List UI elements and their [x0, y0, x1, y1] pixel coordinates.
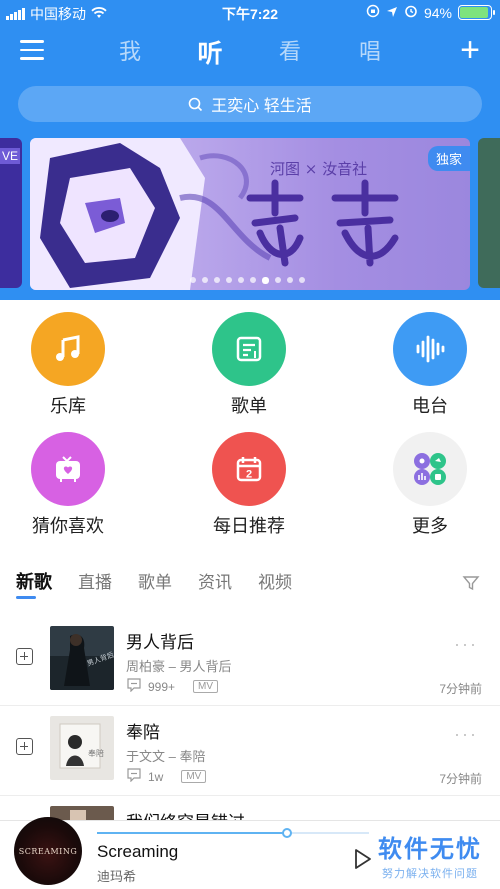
carousel-dot[interactable]: [202, 277, 208, 283]
song-artist: 于文文 – 奉陪: [126, 749, 206, 764]
playlist-icon: [212, 312, 286, 386]
battery-icon: [458, 5, 495, 20]
player-cover-text: SCREAMING: [18, 847, 78, 856]
tab-news[interactable]: 资讯: [198, 568, 232, 593]
nav-tabs: 我 听 看 唱: [100, 34, 400, 70]
radio-wave-icon: [393, 312, 467, 386]
svg-text:2: 2: [246, 469, 252, 481]
calendar-icon: 2: [212, 432, 286, 506]
mini-player[interactable]: SCREAMING Screaming 迪玛希 软件无忧 努力解决软件问题: [0, 817, 500, 889]
grid-item-guess-you-like[interactable]: 猜你喜欢: [8, 432, 128, 538]
location-icon: [386, 5, 398, 21]
nav-tab-sing[interactable]: 唱: [340, 34, 400, 70]
carousel-dot[interactable]: [262, 277, 269, 284]
grid-label-library: 乐库: [50, 396, 86, 416]
mv-badge[interactable]: MV: [181, 770, 207, 783]
heart-tv-icon: [31, 432, 105, 506]
play-icon[interactable]: [354, 848, 372, 875]
progress-knob[interactable]: [282, 828, 293, 838]
add-icon[interactable]: +: [460, 33, 480, 67]
carousel-dot[interactable]: [226, 277, 232, 283]
comment-icon: [126, 768, 142, 785]
song-time: 7分钟前: [439, 682, 482, 696]
add-song-icon[interactable]: [16, 738, 33, 755]
player-song-title: Screaming: [97, 842, 179, 861]
exclusive-badge: 独家: [427, 146, 470, 171]
carousel-dot[interactable]: [287, 277, 293, 283]
song-artist: 周柏豪 – 男人背后: [126, 659, 232, 674]
song-time: 7分钟前: [439, 772, 482, 786]
carousel-dot[interactable]: [275, 277, 281, 283]
carousel-dot[interactable]: [214, 277, 220, 283]
more-options-icon[interactable]: ···: [454, 634, 478, 655]
banner-carousel[interactable]: 河图 × 汝音社 独家: [30, 138, 470, 290]
comment-count: 1w: [148, 769, 164, 784]
mv-badge[interactable]: MV: [193, 680, 219, 693]
banner-prev-slide[interactable]: VE: [0, 138, 22, 288]
comment-icon: [126, 678, 142, 695]
grid-label-daily-picks: 每日推荐: [213, 516, 285, 536]
search-icon: [188, 97, 203, 112]
banner-next-slide[interactable]: [478, 138, 500, 288]
search-placeholder: 王奕心 轻生活: [211, 98, 312, 115]
song-meta: 1w MV: [126, 768, 207, 785]
song-row[interactable]: 奉陪 奉陪 于文文 – 奉陪 1w MV ··· 7分钟前: [0, 708, 500, 796]
carousel-dot[interactable]: [238, 277, 244, 283]
svg-text:奉陪: 奉陪: [88, 748, 104, 758]
player-cover[interactable]: SCREAMING: [14, 817, 82, 885]
more-apps-icon: [393, 432, 467, 506]
song-title: 奉陪: [126, 723, 160, 742]
tab-new-songs[interactable]: 新歌: [16, 568, 52, 594]
rotation-lock-icon: [366, 4, 380, 21]
grid-item-radio[interactable]: 电台: [370, 312, 490, 418]
comment-count: 999+: [148, 679, 176, 694]
content-tabs: 新歌 直播 歌单 资讯 视频: [0, 568, 500, 599]
banner-prev-tag: VE: [0, 148, 21, 164]
carousel-dots: [190, 277, 305, 284]
battery-percent: 94%: [423, 4, 452, 21]
player-artist: 迪玛希: [97, 869, 137, 884]
song-row[interactable]: 男人背后 男人背后 周柏豪 – 男人背后 999+ MV ··· 7分钟前: [0, 618, 500, 706]
grid-item-more[interactable]: 更多: [370, 432, 490, 538]
carousel-dot[interactable]: [250, 277, 256, 283]
tab-playlists[interactable]: 歌单: [138, 568, 172, 593]
grid-label-playlists: 歌单: [231, 396, 267, 416]
filter-icon[interactable]: [462, 574, 480, 597]
watermark-title: 软件无忧: [378, 836, 482, 863]
banner-calligraphy-image: [246, 179, 399, 267]
menu-icon[interactable]: [20, 40, 44, 60]
carousel-dot[interactable]: [190, 277, 196, 283]
status-right: 94%: [366, 4, 495, 21]
carousel-dot[interactable]: [299, 277, 305, 283]
alarm-icon: [404, 4, 418, 21]
grid-label-more: 更多: [412, 516, 448, 536]
status-bar: 中国移动 下午7:22 94%: [0, 0, 500, 26]
banner-title: 河图 × 汝音社: [270, 160, 368, 178]
grid-item-library[interactable]: 乐库: [8, 312, 128, 418]
feature-grid: 乐库 歌单 电台 猜你喜欢 2 每日推荐 更多: [0, 300, 500, 550]
song-title: 男人背后: [126, 633, 194, 652]
tab-live[interactable]: 直播: [78, 568, 112, 593]
active-tab-indicator: [16, 596, 36, 599]
song-cover: 奉陪: [50, 716, 114, 780]
nav-tab-me[interactable]: 我: [100, 34, 160, 70]
top-nav: 我 听 看 唱 +: [0, 30, 500, 74]
nav-tab-watch[interactable]: 看: [260, 34, 320, 70]
watermark-subtitle: 努力解决软件问题: [382, 868, 478, 880]
grid-label-guess-you-like: 猜你喜欢: [32, 516, 104, 536]
tab-video[interactable]: 视频: [258, 568, 292, 593]
grid-label-radio: 电台: [412, 396, 448, 416]
song-meta: 999+ MV: [126, 678, 219, 695]
grid-item-playlists[interactable]: 歌单: [189, 312, 309, 418]
playback-progress[interactable]: [97, 828, 369, 838]
grid-item-daily-picks[interactable]: 2 每日推荐: [189, 432, 309, 538]
song-cover: 男人背后: [50, 626, 114, 690]
search-bar[interactable]: 王奕心 轻生活: [18, 86, 482, 122]
more-options-icon[interactable]: ···: [454, 724, 478, 745]
music-note-icon: [31, 312, 105, 386]
watermark: 软件无忧 努力解决软件问题: [378, 829, 482, 881]
nav-tab-listen[interactable]: 听: [180, 34, 240, 70]
add-song-icon[interactable]: [16, 648, 33, 665]
